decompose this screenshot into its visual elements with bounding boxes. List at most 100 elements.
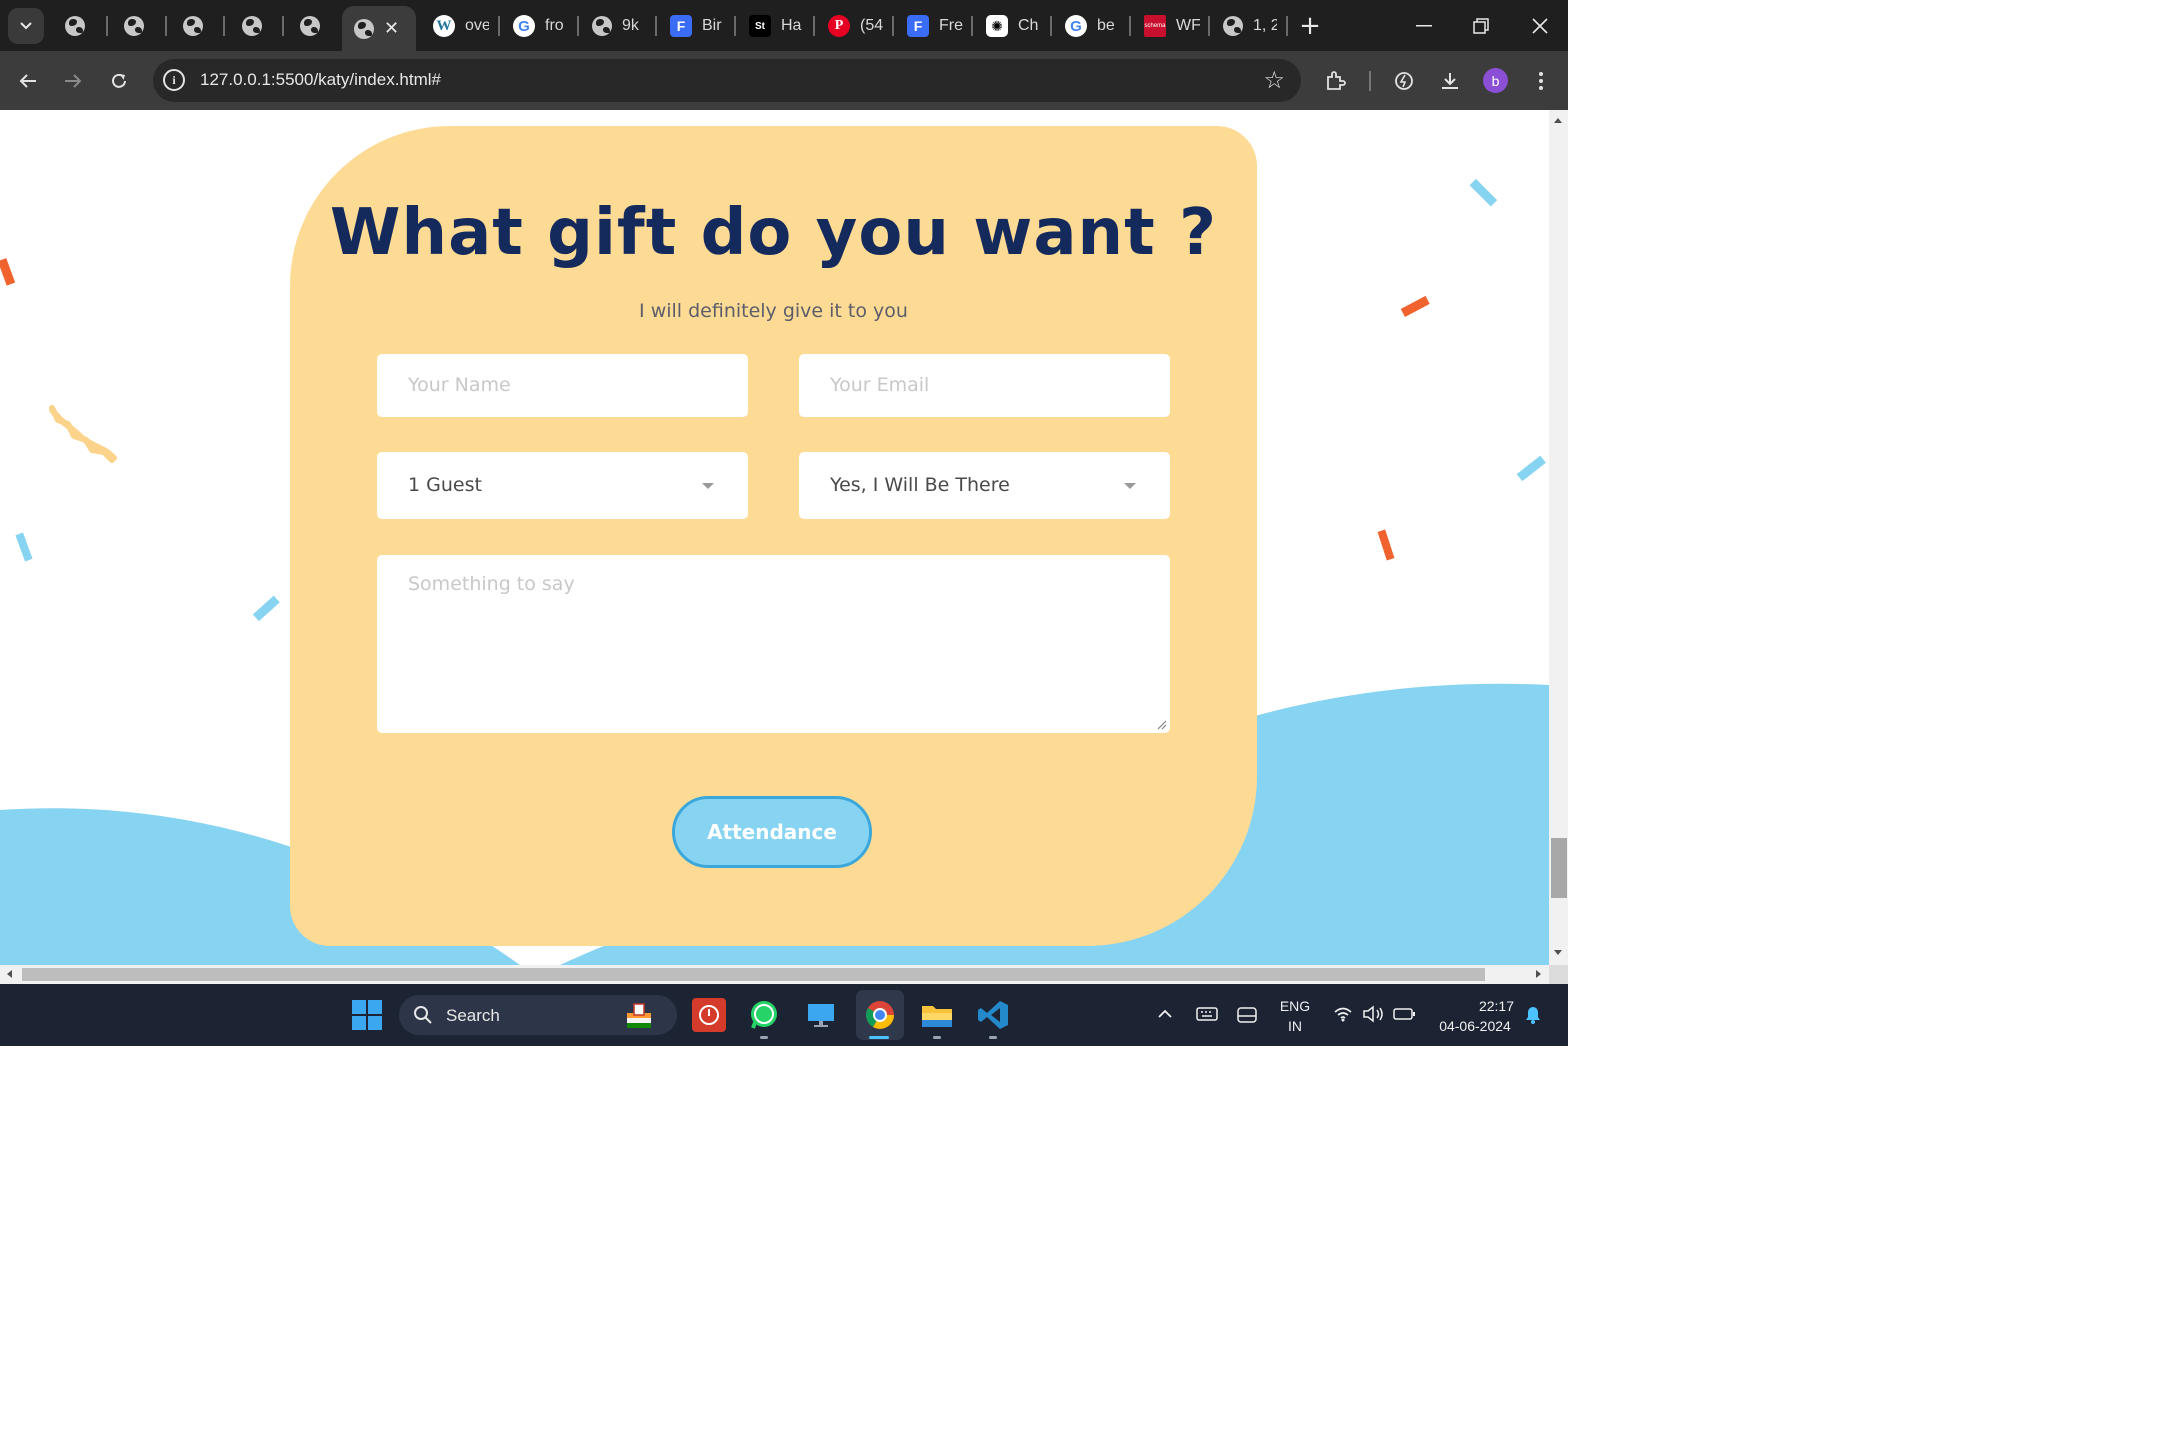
battery-icon[interactable]	[1393, 1006, 1417, 1022]
chevron-up-icon[interactable]	[1157, 1009, 1173, 1019]
tab-title: WF	[1176, 17, 1200, 34]
page-viewport: What gift do you want ? I will definitel…	[0, 110, 1549, 965]
tab-separator	[734, 16, 736, 36]
keyboard-icon[interactable]	[1196, 1006, 1218, 1022]
clock[interactable]: 22:17 04-06-2024	[1430, 996, 1520, 1036]
st-logo-icon: St	[749, 15, 771, 37]
profile-avatar[interactable]: b	[1483, 68, 1508, 93]
clock-date: 04-06-2024	[1439, 1018, 1511, 1034]
browser-tab[interactable]	[65, 8, 85, 44]
back-arrow-icon[interactable]	[10, 63, 46, 99]
f-logo-icon: F	[907, 15, 929, 37]
browser-tab[interactable]: F Bir	[670, 8, 726, 44]
tab-separator	[813, 16, 815, 36]
whatsapp-icon[interactable]	[747, 998, 781, 1032]
vertical-scrollbar[interactable]	[1549, 110, 1568, 965]
app-active-indicator	[869, 1036, 889, 1039]
tab-separator	[1208, 16, 1210, 36]
schema-icon: schema	[1144, 15, 1166, 37]
globe-icon	[592, 16, 612, 36]
display-tray-icon[interactable]	[1236, 1006, 1258, 1024]
attendance-button[interactable]: Attendance	[672, 796, 872, 868]
browser-tab[interactable]: G be	[1065, 8, 1121, 44]
wordpress-icon: W	[433, 15, 455, 37]
app-running-indicator	[989, 1036, 997, 1039]
wifi-icon[interactable]	[1333, 1006, 1353, 1022]
url-text[interactable]: 127.0.0.1:5500/katy/index.html#	[200, 70, 441, 90]
globe-icon	[65, 16, 85, 36]
tab-separator	[165, 16, 167, 36]
chrome-taskbar-icon[interactable]	[856, 990, 904, 1040]
minimize-icon[interactable]	[1400, 8, 1448, 44]
browser-tab[interactable]: St Ha	[749, 8, 805, 44]
file-explorer-icon[interactable]	[920, 998, 954, 1032]
browser-tab[interactable]: P (54	[828, 8, 884, 44]
notification-bell-icon[interactable]	[1523, 1005, 1543, 1025]
tab-separator	[1050, 16, 1052, 36]
attendance-selected-value: Yes, I Will Be There	[830, 474, 1010, 496]
message-textarea[interactable]: Something to say	[377, 555, 1170, 733]
reload-icon[interactable]	[101, 63, 137, 99]
bookmark-star-icon[interactable]: ☆	[1263, 66, 1285, 94]
new-tab-icon[interactable]: +	[1286, 8, 1334, 44]
browser-tab[interactable]: schema WF	[1144, 8, 1200, 44]
attendance-select[interactable]: Yes, I Will Be There	[799, 452, 1170, 519]
windows-start-icon[interactable]	[352, 1000, 382, 1030]
menu-kebab-icon[interactable]	[1523, 63, 1559, 99]
tab-search-button[interactable]	[8, 8, 44, 44]
browser-tab[interactable]: 1, 2	[1223, 8, 1277, 44]
restore-icon[interactable]	[1457, 8, 1505, 44]
download-icon[interactable]	[1432, 63, 1468, 99]
browser-tab[interactable]	[242, 8, 262, 44]
power-app-icon[interactable]	[692, 998, 726, 1032]
language-code: ENG	[1279, 998, 1311, 1014]
scroll-left-arrow-icon[interactable]	[5, 969, 13, 979]
browser-tab[interactable]	[183, 8, 203, 44]
globe-icon	[124, 16, 144, 36]
globe-icon	[183, 16, 203, 36]
close-tab-icon[interactable]: ✕	[384, 18, 399, 39]
close-window-icon[interactable]	[1516, 8, 1564, 44]
browser-tab[interactable]: F Fre	[907, 8, 963, 44]
tab-title: fro	[545, 17, 564, 34]
tab-separator	[498, 16, 500, 36]
scroll-right-arrow-icon[interactable]	[1535, 969, 1543, 979]
vertical-scroll-thumb[interactable]	[1551, 838, 1567, 898]
browser-tab[interactable]	[300, 8, 320, 44]
desktop-monitor-icon[interactable]	[804, 998, 838, 1032]
guests-select[interactable]: 1 Guest	[377, 452, 748, 519]
horizontal-scroll-thumb[interactable]	[22, 968, 1485, 981]
taskbar-search[interactable]: Search	[399, 995, 677, 1035]
browser-tab[interactable]: W ove	[433, 8, 489, 44]
volume-icon[interactable]	[1362, 1005, 1386, 1023]
browser-tab-active[interactable]: ✕	[342, 6, 416, 51]
forward-arrow-icon[interactable]	[55, 63, 91, 99]
browser-tab[interactable]	[124, 8, 144, 44]
tab-title: Bir	[702, 17, 722, 34]
tab-title: ove	[465, 17, 489, 34]
name-input[interactable]: Your Name	[377, 354, 748, 417]
browser-tab[interactable]: 9k	[592, 8, 646, 44]
tab-title: Ch	[1018, 17, 1039, 34]
gift-form-card: What gift do you want ? I will definitel…	[290, 126, 1257, 946]
email-input[interactable]: Your Email	[799, 354, 1170, 417]
f-logo-icon: F	[670, 15, 692, 37]
google-icon: G	[1065, 15, 1087, 37]
tab-strip: ✕ W ove G fro 9k F Bir St Ha P (54 F Fre…	[0, 0, 1568, 51]
tab-separator	[655, 16, 657, 36]
resize-handle-icon[interactable]	[1157, 720, 1167, 730]
site-info-icon[interactable]: i	[163, 69, 185, 91]
address-bar[interactable]: i 127.0.0.1:5500/katy/index.html# ☆	[153, 59, 1301, 102]
browser-tab[interactable]: ✺ Ch	[986, 8, 1042, 44]
guests-selected-value: 1 Guest	[408, 474, 482, 496]
extensions-icon[interactable]	[1318, 63, 1354, 99]
scroll-up-arrow-icon[interactable]	[1553, 116, 1563, 124]
message-placeholder: Something to say	[408, 573, 575, 595]
language-indicator[interactable]: ENG IN	[1272, 996, 1318, 1036]
chatgpt-icon: ✺	[986, 15, 1008, 37]
performance-icon[interactable]	[1386, 63, 1422, 99]
search-icon	[414, 1006, 432, 1024]
browser-tab[interactable]: G fro	[513, 8, 569, 44]
scroll-down-arrow-icon[interactable]	[1553, 949, 1563, 957]
vscode-icon[interactable]	[976, 998, 1010, 1032]
